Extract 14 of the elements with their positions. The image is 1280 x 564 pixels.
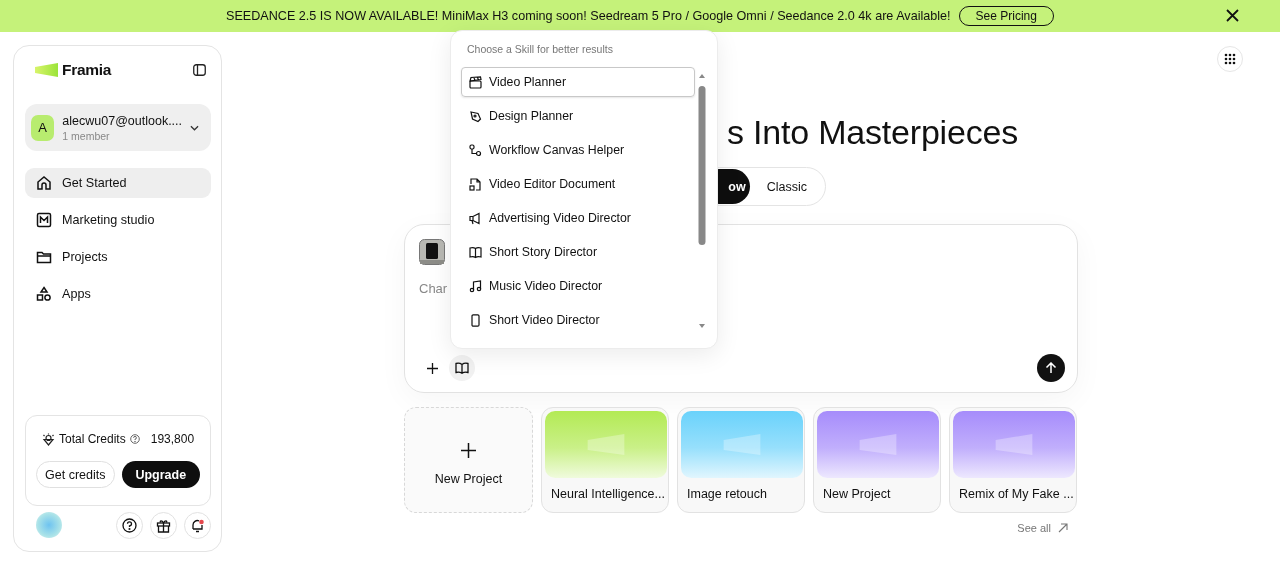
account-email: alecwu07@outlook.... bbox=[62, 113, 183, 128]
project-title: Image retouch bbox=[687, 487, 768, 501]
page-heading: s Into Masterpieces bbox=[727, 112, 1018, 152]
new-project-label: New Project bbox=[434, 471, 503, 486]
logo-text: Framia bbox=[62, 61, 112, 79]
menu-title: Choose a Skill for better results bbox=[466, 43, 614, 55]
member-count: 1 member bbox=[62, 129, 111, 142]
project-title: Remix of My Fake ... bbox=[959, 487, 1073, 501]
credits-value: 193,800 bbox=[150, 432, 195, 446]
credits-label: Total Credits bbox=[59, 432, 126, 446]
announcement-text: SEEDANCE 2.5 IS NOW AVAILABLE! MiniMax H3 coming soon! Seedream 5 Pro / Google Omni / Seedance 2.0 4k are Available! bbox=[226, 9, 951, 23]
project-title: Neural Intelligence... bbox=[551, 487, 665, 501]
project-title: New Project bbox=[823, 487, 892, 501]
account-avatar: A bbox=[31, 114, 55, 141]
